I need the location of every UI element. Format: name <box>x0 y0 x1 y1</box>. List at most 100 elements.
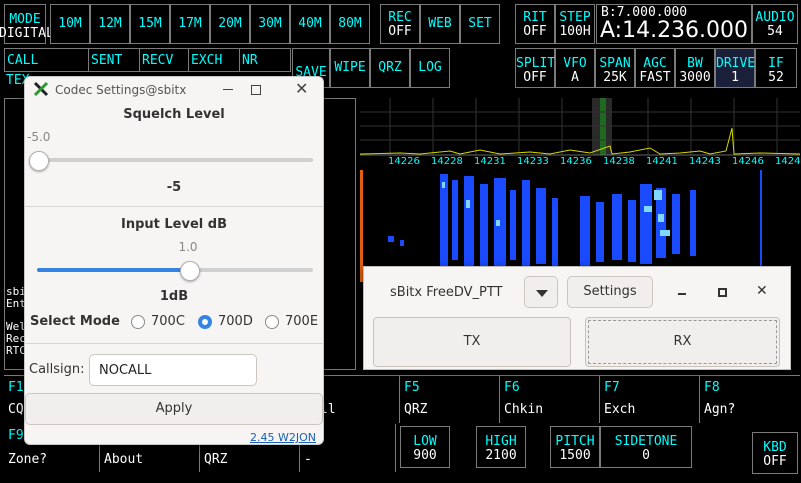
set-button[interactable]: SET <box>460 4 500 44</box>
pitch-button[interactable]: PITCH 1500 <box>550 426 600 468</box>
minimize-icon[interactable] <box>223 89 233 90</box>
minimize-icon[interactable] <box>678 293 686 295</box>
console-line: Ent <box>6 297 26 310</box>
span-button[interactable]: SPAN 25K <box>595 48 635 88</box>
high-value: 2100 <box>485 448 517 463</box>
footer-link[interactable]: 2.45 W2JON 2 <box>250 431 323 444</box>
audio-label: AUDIO <box>755 10 795 25</box>
band-40m-button[interactable]: 40M <box>290 4 330 44</box>
agc-label: AGC <box>643 56 667 71</box>
vfo-label: VFO <box>563 56 587 71</box>
maximize-icon[interactable] <box>251 85 261 95</box>
audio-button[interactable]: AUDIO 54 <box>752 4 798 44</box>
fkey-f6-key: F6 <box>504 380 520 395</box>
band-17m-button[interactable]: 17M <box>170 4 210 44</box>
band-20m-label: 20M <box>218 16 242 31</box>
codec-titlebar[interactable]: Codec Settings@sbitx ✕ <box>25 77 323 103</box>
nr-field[interactable]: NR <box>239 48 291 72</box>
fkey-f6[interactable]: F6 Chkin <box>500 375 600 423</box>
step-value: 100H <box>559 24 591 39</box>
call-field[interactable]: CALL <box>4 48 90 72</box>
sidetone-label: SIDETONE <box>614 434 678 449</box>
divider <box>25 343 323 344</box>
frequency-display[interactable]: B:7.000.000 A:14.236.000 <box>596 4 752 44</box>
maximize-icon[interactable] <box>718 288 727 297</box>
settings-button[interactable]: Settings <box>567 276 653 308</box>
drive-button[interactable]: DRIVE 1 <box>715 48 755 88</box>
close-icon[interactable]: ✕ <box>295 81 308 97</box>
chevron-down-icon <box>536 290 548 297</box>
qrz-button[interactable]: QRZ <box>370 48 410 88</box>
rx-button[interactable]: RX <box>585 317 780 367</box>
settings-label: Settings <box>583 284 637 299</box>
band-12m-button[interactable]: 12M <box>90 4 130 44</box>
input-level-value: 1dB <box>159 289 189 304</box>
spectrum-display[interactable]: 14226 14228 14231 14233 14236 14238 1424… <box>360 98 800 168</box>
band-15m-label: 15M <box>138 16 162 31</box>
fkey-f5[interactable]: F5 QRZ <box>400 375 500 423</box>
vfo-button[interactable]: VFO A <box>555 48 595 88</box>
sidetone-button[interactable]: SIDETONE 0 <box>600 426 692 468</box>
kbd-value: OFF <box>763 454 787 469</box>
fkey-f8[interactable]: F8 Agn? <box>700 375 800 423</box>
exch-field[interactable]: EXCH <box>188 48 240 72</box>
kbd-button[interactable]: KBD OFF <box>752 432 798 474</box>
web-button[interactable]: WEB <box>420 4 460 44</box>
rec-label: REC <box>388 10 412 25</box>
sent-label: SENT <box>91 53 123 68</box>
bw-button[interactable]: BW 3000 <box>675 48 715 88</box>
vfo-a-frequency: A:14.236.000 <box>600 18 749 43</box>
input-slider-handle[interactable] <box>179 261 200 281</box>
low-button[interactable]: LOW 900 <box>400 426 450 468</box>
squelch-slider-track[interactable] <box>37 158 313 162</box>
wipe-button[interactable]: WIPE <box>330 48 370 88</box>
band-10m-button[interactable]: 10M <box>50 4 90 44</box>
rec-button[interactable]: REC OFF <box>380 4 420 44</box>
sidetone-value: 0 <box>642 448 650 463</box>
tick-label: 14231 <box>474 156 506 167</box>
drive-label: DRIVE <box>716 56 756 71</box>
rit-button[interactable]: RIT OFF <box>515 4 555 44</box>
band-20m-button[interactable]: 20M <box>210 4 250 44</box>
squelch-slider-handle[interactable] <box>29 151 49 171</box>
step-label: STEP <box>559 10 591 25</box>
radio-700e[interactable] <box>265 315 279 329</box>
recv-field[interactable]: RECV <box>139 48 189 72</box>
log-label: LOG <box>418 60 442 75</box>
if-button[interactable]: IF 52 <box>755 48 797 88</box>
codec-title: Codec Settings@sbitx <box>55 83 187 97</box>
band-30m-button[interactable]: 30M <box>250 4 290 44</box>
close-icon[interactable]: ✕ <box>756 283 768 299</box>
recv-label: RECV <box>142 53 174 68</box>
mode-button[interactable]: MODE DIGITAL <box>0 4 54 44</box>
if-value: 52 <box>768 70 784 85</box>
fkey-f7[interactable]: F7 Exch <box>600 375 700 423</box>
log-button[interactable]: LOG <box>410 48 450 88</box>
sent-field[interactable]: SENT <box>88 48 140 72</box>
fkey-f8-text: Agn? <box>704 402 736 417</box>
apply-button[interactable]: Apply <box>25 393 323 425</box>
tick-label: 1424 <box>775 156 801 167</box>
radio-700d[interactable] <box>198 315 212 329</box>
tick-label: 14233 <box>517 156 549 167</box>
mode-700c-label: 700C <box>151 314 185 329</box>
radio-700c[interactable] <box>131 315 145 329</box>
pitch-value: 1500 <box>559 448 591 463</box>
split-button[interactable]: SPLIT OFF <box>515 48 555 88</box>
agc-button[interactable]: AGC FAST <box>635 48 675 88</box>
fkey-f12-text: - <box>304 452 312 467</box>
tick-label: 14226 <box>388 156 420 167</box>
tx-button[interactable]: TX <box>373 317 571 367</box>
band-80m-button[interactable]: 80M <box>330 4 370 44</box>
step-button[interactable]: STEP 100H <box>555 4 595 44</box>
high-button[interactable]: HIGH 2100 <box>476 426 526 468</box>
input-slider-fill <box>37 268 189 272</box>
squelch-value-top: -5.0 <box>27 130 51 144</box>
tick-label: 14238 <box>603 156 635 167</box>
callsign-input[interactable]: NOCALL <box>89 354 257 386</box>
input-level-value-top: 1.0 <box>178 240 198 254</box>
band-15m-button[interactable]: 15M <box>130 4 170 44</box>
kbd-label: KBD <box>763 440 787 455</box>
dropdown-button[interactable] <box>524 276 558 308</box>
codec-settings-dialog: Codec Settings@sbitx ✕ Squelch Level -5.… <box>24 76 324 445</box>
